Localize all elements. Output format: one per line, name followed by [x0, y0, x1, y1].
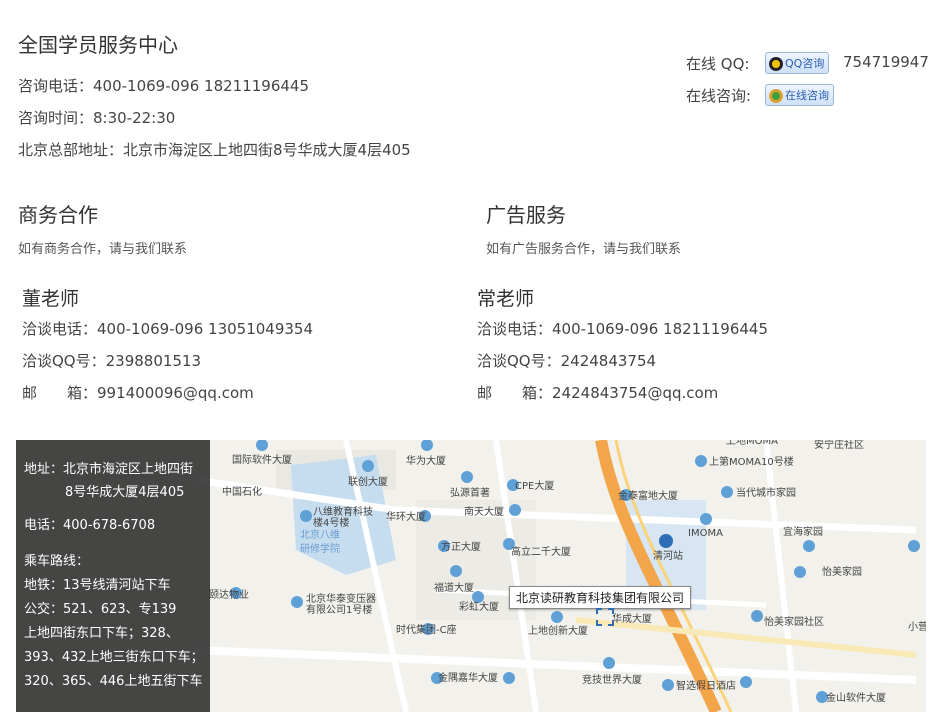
ads-email-value[interactable]: 2424843754@qq.com [552, 384, 718, 402]
svg-text:方正大厦: 方正大厦 [441, 540, 481, 553]
business-title: 商务合作 [18, 203, 98, 227]
svg-text:联创大厦: 联创大厦 [348, 475, 388, 488]
svg-text:小营: 小营 [908, 620, 926, 633]
svg-text:南天大厦: 南天大厦 [464, 505, 504, 518]
svg-text:清河站: 清河站 [653, 549, 683, 562]
business-email-label: 邮 箱： [22, 384, 98, 402]
online-chat-button-label: 在线咨询 [785, 89, 829, 102]
svg-text:上地创新大厦: 上地创新大厦 [528, 624, 588, 637]
svg-text:福道大厦: 福道大厦 [434, 581, 474, 594]
online-chat-label: 在线咨询: [686, 87, 752, 105]
svg-text:时代集团-C座: 时代集团-C座 [396, 623, 457, 636]
business-desc: 如有商务合作，请与我们联系 [18, 242, 188, 257]
qq-label: 在线 QQ: [686, 55, 750, 73]
overlay-bus-line4: 320、365、446上地五街下车 [24, 674, 203, 689]
overlay-address-line1: 地址：北京市海淀区上地四街 [24, 462, 194, 477]
svg-text:华环大厦: 华环大厦 [386, 510, 426, 523]
ads-contact-name: 常老师 [477, 288, 535, 310]
ads-title: 广告服务 [486, 203, 566, 227]
svg-text:中国石化: 中国石化 [222, 485, 262, 498]
map-marker-label[interactable]: 北京读研教育科技集团有限公司 [509, 586, 692, 609]
qq-penguin-icon [769, 57, 783, 71]
svg-text:彩虹大厦: 彩虹大厦 [459, 600, 499, 613]
business-email-value[interactable]: 991400096@qq.com [97, 384, 254, 402]
overlay-route-heading: 乘车路线： [24, 554, 90, 569]
svg-text:楼4号楼: 楼4号楼 [313, 516, 349, 529]
svg-text:华成大厦: 华成大厦 [612, 612, 652, 625]
ads-email: 邮 箱：2424843754@qq.com [477, 382, 718, 403]
svg-text:颐达物业: 颐达物业 [209, 588, 249, 601]
svg-text:上第MOMA10号楼: 上第MOMA10号楼 [709, 455, 794, 468]
svg-text:金泰富地大厦: 金泰富地大厦 [618, 489, 678, 502]
svg-text:国际软件大厦: 国际软件大厦 [232, 453, 292, 466]
subway-station-icon [659, 534, 673, 548]
online-chat-button[interactable]: 在线咨询 [765, 84, 834, 106]
qq-number: 754719947 [843, 53, 929, 71]
svg-text:怡美家园社区: 怡美家园社区 [764, 615, 824, 628]
svg-text:华为大厦: 华为大厦 [406, 454, 446, 467]
svg-text:怡美家园: 怡美家园 [822, 565, 862, 578]
overlay-bus-line3: 393、432上地三街东口下车； [24, 650, 204, 665]
location-map[interactable]: 国际软件大厦 华为大厦联创大厦 弘源首著 CPE大厦 南天大厦 华环大厦 八维教育科技楼… [16, 440, 926, 712]
svg-text:有限公司1号楼: 有限公司1号楼 [306, 603, 372, 616]
svg-text:智选假日酒店: 智选假日酒店 [676, 679, 736, 692]
svg-text:金隅嘉华大厦: 金隅嘉华大厦 [438, 671, 498, 684]
service-hours: 咨询时间：8:30-22:30 [18, 109, 176, 127]
overlay-bus-line2: 上地四街东口下车；328、 [24, 626, 179, 641]
business-contact-name: 董老师 [22, 288, 80, 310]
svg-text:上地MOMA: 上地MOMA [726, 440, 778, 447]
business-email: 邮 箱：991400096@qq.com [22, 382, 254, 403]
qq-chat-button-label: QQ咨询 [785, 57, 825, 70]
svg-text:北京八维: 北京八维 [300, 528, 340, 541]
svg-text:竞技世界大厦: 竞技世界大厦 [582, 673, 642, 686]
support-agent-icon [769, 89, 783, 103]
location-pin-icon[interactable] [596, 608, 614, 626]
svg-text:八维教育科技: 八维教育科技 [313, 505, 373, 518]
ads-qq: 洽谈QQ号：2424843754 [477, 352, 657, 370]
business-qq: 洽谈QQ号：2398801513 [22, 352, 202, 370]
svg-text:CPE大厦: CPE大厦 [515, 479, 554, 492]
svg-text:宜海家园: 宜海家园 [783, 525, 823, 538]
ads-phone: 洽谈电话：400-1069-096 18211196445 [477, 320, 769, 338]
hq-address: 北京总部地址：北京市海淀区上地四街8号华成大厦4层405 [18, 141, 411, 159]
svg-text:IMOMA: IMOMA [688, 528, 723, 539]
svg-text:研修学院: 研修学院 [300, 542, 340, 555]
svg-text:弘源首著: 弘源首著 [450, 486, 490, 499]
ads-desc: 如有广告服务合作，请与我们联系 [486, 242, 682, 257]
overlay-subway: 地铁：13号线清河站下车 [24, 578, 171, 593]
overlay-phone: 电话：400-678-6708 [24, 518, 156, 533]
overlay-bus-line1: 公交：521、623、专139 [24, 602, 177, 617]
service-center-title: 全国学员服务中心 [18, 33, 178, 57]
qq-chat-button[interactable]: QQ咨询 [765, 52, 830, 74]
route-info-panel: 地址：北京市海淀区上地四街 8号华成大厦4层405 电话：400-678-670… [16, 440, 210, 712]
business-phone: 洽谈电话：400-1069-096 13051049354 [22, 320, 314, 338]
svg-text:北京华泰变压器: 北京华泰变压器 [306, 592, 376, 605]
svg-text:高立二千大厦: 高立二千大厦 [511, 545, 571, 558]
svg-text:当代城市家园: 当代城市家园 [736, 486, 796, 499]
service-phone: 咨询电话：400-1069-096 18211196445 [18, 77, 310, 95]
svg-text:金山软件大厦: 金山软件大厦 [826, 691, 886, 704]
ads-email-label: 邮 箱： [477, 384, 553, 402]
overlay-address-line2: 8号华成大厦4层405 [65, 485, 185, 500]
svg-text:安宁庄社区: 安宁庄社区 [814, 440, 864, 451]
